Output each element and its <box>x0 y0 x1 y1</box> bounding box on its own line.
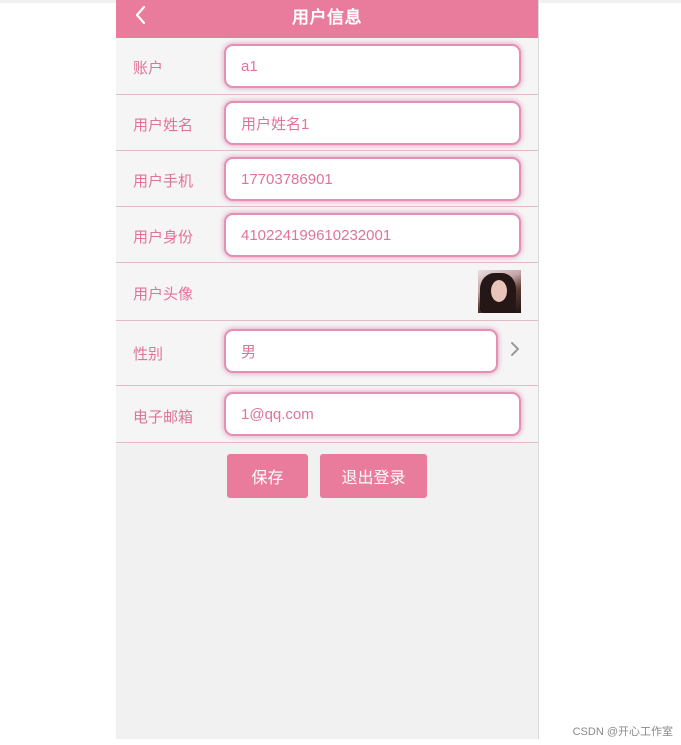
id-card-label: 用户身份 <box>133 229 194 246</box>
account-value: a1 <box>241 57 258 75</box>
avatar-row[interactable]: 用户头像 <box>116 263 538 321</box>
account-label: 账户 <box>133 60 164 77</box>
name-input[interactable]: 用户姓名1 <box>224 101 521 145</box>
email-value: 1@qq.com <box>241 405 314 423</box>
phone-input[interactable]: 17703786901 <box>224 157 521 201</box>
gender-label: 性别 <box>133 346 164 363</box>
avatar[interactable] <box>478 270 521 313</box>
email-row: 电子邮箱 1@qq.com <box>116 386 538 443</box>
id-card-input[interactable]: 410224199610232001 <box>224 213 521 257</box>
phone-label: 用户手机 <box>133 173 194 190</box>
phone-value: 17703786901 <box>241 170 333 188</box>
logout-button[interactable]: 退出登录 <box>320 454 427 498</box>
account-input[interactable]: a1 <box>224 44 521 88</box>
name-row: 用户姓名 用户姓名1 <box>116 95 538 151</box>
chevron-right-icon[interactable] <box>508 339 522 359</box>
avatar-label: 用户头像 <box>133 286 194 303</box>
mobile-screen: 用户信息 账户 a1 用户姓名 用户姓名1 用户手机 17703786901 用… <box>116 0 539 739</box>
id-card-value: 410224199610232001 <box>241 226 392 244</box>
name-label: 用户姓名 <box>133 117 194 134</box>
gender-select[interactable]: 男 <box>224 329 498 373</box>
gender-value: 男 <box>241 343 257 361</box>
email-label: 电子邮箱 <box>133 409 194 426</box>
page-title: 用户信息 <box>292 8 362 27</box>
save-button[interactable]: 保存 <box>227 454 308 498</box>
watermark: CSDN @开心工作室 <box>572 726 673 738</box>
id-card-row: 用户身份 410224199610232001 <box>116 207 538 263</box>
phone-row: 用户手机 17703786901 <box>116 151 538 207</box>
header-bar: 用户信息 <box>116 0 538 38</box>
gender-row: 性别 男 <box>116 321 538 386</box>
name-value: 用户姓名1 <box>241 115 310 133</box>
email-input[interactable]: 1@qq.com <box>224 392 521 436</box>
account-row: 账户 a1 <box>116 38 538 95</box>
